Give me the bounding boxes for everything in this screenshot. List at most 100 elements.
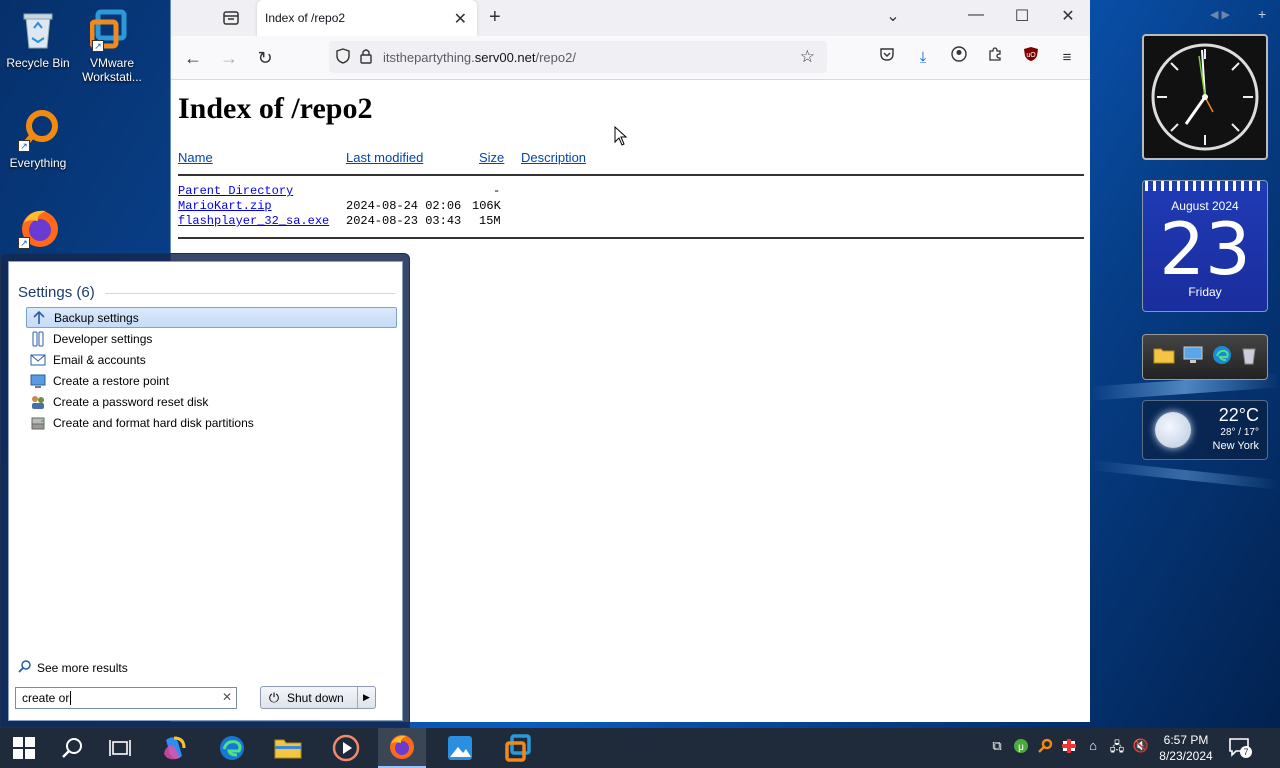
task-view-button[interactable]: [96, 728, 144, 768]
calendar-gadget: August 2024 23 Friday: [1142, 180, 1268, 312]
search-button[interactable]: [48, 728, 96, 768]
utorrent-tray-icon[interactable]: μ: [1012, 738, 1030, 758]
start-button[interactable]: [0, 728, 48, 768]
network-tray-icon[interactable]: 🖧: [1108, 738, 1126, 758]
taskbar-vmware[interactable]: [494, 728, 542, 768]
play-icon: [332, 734, 360, 762]
extensions-icon[interactable]: [983, 46, 1007, 70]
close-window-button[interactable]: ✕: [1054, 6, 1082, 26]
divider: [178, 174, 1084, 176]
clear-search-icon[interactable]: ✕: [222, 690, 232, 704]
notification-count-badge: 7: [1240, 746, 1252, 758]
recycle-bin-icon[interactable]: [1240, 345, 1258, 370]
desktop-icon-vmware[interactable]: ↗ VMware Workstati...: [74, 8, 150, 84]
result-disk-partitions[interactable]: Create and format hard disk partitions: [26, 412, 397, 433]
result-developer-settings[interactable]: Developer settings: [26, 328, 397, 349]
table-row: MarioKart.zip 2024-08-24 02:06 106K: [178, 199, 1084, 214]
taskbar-file-explorer[interactable]: [264, 728, 312, 768]
volume-muted-icon[interactable]: 🔇: [1132, 738, 1150, 758]
start-search-input[interactable]: create or ✕: [15, 687, 237, 709]
tab-repo2[interactable]: Index of /repo2 ✕: [257, 0, 477, 36]
url-host: serv00.net: [474, 49, 536, 65]
forward-button[interactable]: →: [217, 46, 241, 70]
taskbar-date: 8/23/2024: [1159, 749, 1213, 763]
search-icon: [62, 738, 82, 758]
result-password-reset-disk[interactable]: Create a password reset disk: [26, 391, 397, 412]
page-content: Index of /repo2 Name Last modified Size …: [178, 80, 1084, 247]
developer-icon: [30, 331, 46, 347]
everything-search-icon: ↗: [16, 108, 60, 152]
desktop-icon-everything[interactable]: ↗ Everything: [0, 108, 76, 170]
recycle-bin-icon: [16, 8, 60, 52]
reload-button[interactable]: ↻: [253, 46, 277, 70]
sort-by-name-link[interactable]: Name: [178, 150, 213, 165]
tray-window-icon[interactable]: ⧉: [988, 738, 1006, 758]
ublock-origin-icon[interactable]: uO: [1019, 46, 1043, 70]
weather-city: New York: [1212, 440, 1259, 452]
edge-icon[interactable]: [1211, 344, 1233, 371]
shield-icon[interactable]: [335, 47, 351, 67]
new-tab-button[interactable]: +: [489, 6, 501, 29]
taskbar-firefox[interactable]: [378, 728, 426, 768]
result-create-restore-point[interactable]: Create a restore point: [26, 370, 397, 391]
usb-tray-icon[interactable]: ⌂: [1084, 738, 1102, 758]
firefox-view-icon[interactable]: [221, 8, 241, 28]
desktop-icon-firefox[interactable]: ↗: [0, 205, 76, 253]
result-label: Create a restore point: [53, 373, 170, 388]
file-link-flashplayer[interactable]: flashplayer_32_sa.exe: [178, 214, 329, 228]
result-backup-settings[interactable]: Backup settings: [26, 307, 397, 328]
listing-header: Name Last modified Size Description: [178, 150, 1084, 168]
task-view-icon: [109, 740, 131, 756]
sort-by-modified-link[interactable]: Last modified: [346, 150, 423, 165]
moon-weather-icon: [1155, 412, 1191, 448]
search-value: create or: [22, 691, 70, 705]
sort-by-size-link[interactable]: Size: [479, 150, 504, 165]
result-label: Developer settings: [53, 331, 153, 346]
add-gadget-icon[interactable]: +: [1258, 6, 1266, 22]
pocket-icon[interactable]: [875, 46, 899, 70]
lock-icon[interactable]: [359, 48, 373, 67]
calendar-rings: [1145, 181, 1265, 191]
account-icon[interactable]: [947, 46, 971, 70]
everything-tray-icon[interactable]: [1036, 738, 1054, 758]
action-center-button[interactable]: 7: [1228, 736, 1252, 758]
downloads-icon[interactable]: ⤓: [911, 46, 935, 70]
minimize-button[interactable]: —: [962, 6, 990, 24]
close-tab-icon[interactable]: ✕: [454, 9, 467, 29]
file-link-mariokart[interactable]: MarioKart.zip: [178, 199, 272, 213]
taskbar-clock[interactable]: 6:57 PM 8/23/2024: [1150, 732, 1222, 764]
url-path: /repo2/: [535, 49, 576, 65]
sort-by-description-link[interactable]: Description: [521, 150, 586, 165]
computer-icon[interactable]: [1182, 345, 1204, 370]
gadget-nav-arrows-icon[interactable]: ◀ ▶: [1210, 8, 1230, 21]
menu-hamburger-icon[interactable]: ≡: [1055, 46, 1079, 70]
shortcut-arrow-icon: ↗: [18, 237, 30, 249]
modified-cell: 2024-08-24 02:06: [346, 199, 462, 213]
url-bar[interactable]: itsthepartything. serv00.net/repo2/ ☆: [329, 41, 827, 73]
taskbar-media-player[interactable]: [322, 728, 370, 768]
desktop-icon-label: Recycle Bin: [6, 56, 70, 70]
list-all-tabs-icon[interactable]: ⌄: [879, 6, 907, 26]
shut-down-options-arrow-icon[interactable]: ▶: [357, 687, 375, 708]
desktop-icon-recycle-bin[interactable]: Recycle Bin: [0, 8, 76, 70]
bookmark-star-icon[interactable]: ☆: [800, 47, 815, 67]
taskbar-edge[interactable]: [208, 728, 256, 768]
weather-high-low: 28° / 17°: [1220, 427, 1259, 438]
parent-directory-link[interactable]: Parent Directory: [178, 184, 293, 198]
firefox-icon: ↗: [16, 205, 60, 249]
mail-icon: [30, 352, 46, 368]
svg-text:uO: uO: [1026, 52, 1036, 59]
see-more-results-link[interactable]: See more results: [18, 659, 128, 676]
shortcut-arrow-icon: ↗: [18, 140, 30, 152]
shortcuts-gadget: [1142, 334, 1268, 380]
taskbar-photos[interactable]: [436, 728, 484, 768]
security-tray-icon[interactable]: [1060, 738, 1078, 758]
maximize-button[interactable]: ☐: [1008, 6, 1036, 26]
taskbar-copilot[interactable]: [150, 728, 198, 768]
result-email-accounts[interactable]: Email & accounts: [26, 349, 397, 370]
shut-down-button[interactable]: ⏻ Shut down ▶: [260, 686, 376, 709]
back-button[interactable]: ←: [181, 46, 205, 70]
photos-icon: [448, 736, 472, 760]
start-menu: Settings (6) Backup settings Developer s…: [0, 253, 410, 728]
folder-icon[interactable]: [1153, 345, 1175, 370]
